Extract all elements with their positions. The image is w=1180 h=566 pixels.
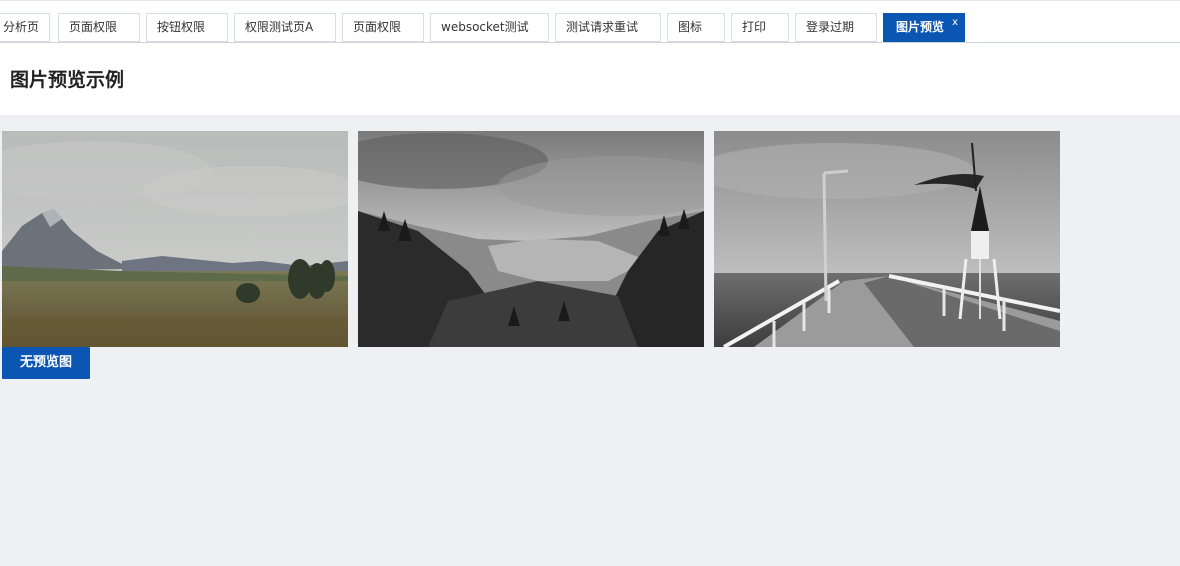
tab-label: 权限测试页A	[245, 20, 314, 34]
tab-request-retry[interactable]: 测试请求重试	[555, 13, 661, 42]
tab-label: 测试请求重试	[566, 20, 639, 34]
mountain-meadow-image[interactable]	[2, 131, 348, 347]
tab-icons[interactable]: 图标	[667, 13, 725, 42]
tab-page-permission-2[interactable]: 页面权限	[342, 13, 424, 42]
no-preview-button[interactable]: 无预览图	[2, 347, 90, 379]
tab-websocket-test[interactable]: websocket测试	[430, 13, 549, 42]
tab-print[interactable]: 打印	[731, 13, 789, 42]
tab-label: 页面权限	[69, 20, 118, 34]
tab-analysis[interactable]: 分析页	[0, 13, 50, 42]
tab-label: 图标	[678, 20, 703, 34]
tab-label: 分析页	[3, 20, 40, 34]
tab-label: 页面权限	[353, 20, 402, 34]
tab-image-preview[interactable]: 图片预览 x	[883, 13, 965, 42]
forest-valley-image[interactable]	[358, 131, 704, 347]
page-header: 图片预览示例	[0, 43, 1180, 115]
tab-button-permission[interactable]: 按钮权限	[146, 13, 228, 42]
page-title: 图片预览示例	[10, 69, 125, 91]
tab-label: websocket测试	[441, 20, 529, 34]
tab-label: 登录过期	[806, 20, 855, 34]
pier-lighthouse-image[interactable]	[714, 131, 1060, 347]
tab-label: 图片预览	[896, 20, 945, 34]
tab-permission-test-a[interactable]: 权限测试页A	[234, 13, 336, 42]
close-icon[interactable]: x	[952, 9, 958, 36]
tab-page-permission[interactable]: 页面权限	[58, 13, 140, 42]
tab-label: 按钮权限	[157, 20, 206, 34]
tab-label: 打印	[742, 20, 767, 34]
tab-bar: 分析页 页面权限 按钮权限 权限测试页A 页面权限 websocket测试 测试…	[0, 0, 1180, 43]
tab-login-expired[interactable]: 登录过期	[795, 13, 877, 42]
